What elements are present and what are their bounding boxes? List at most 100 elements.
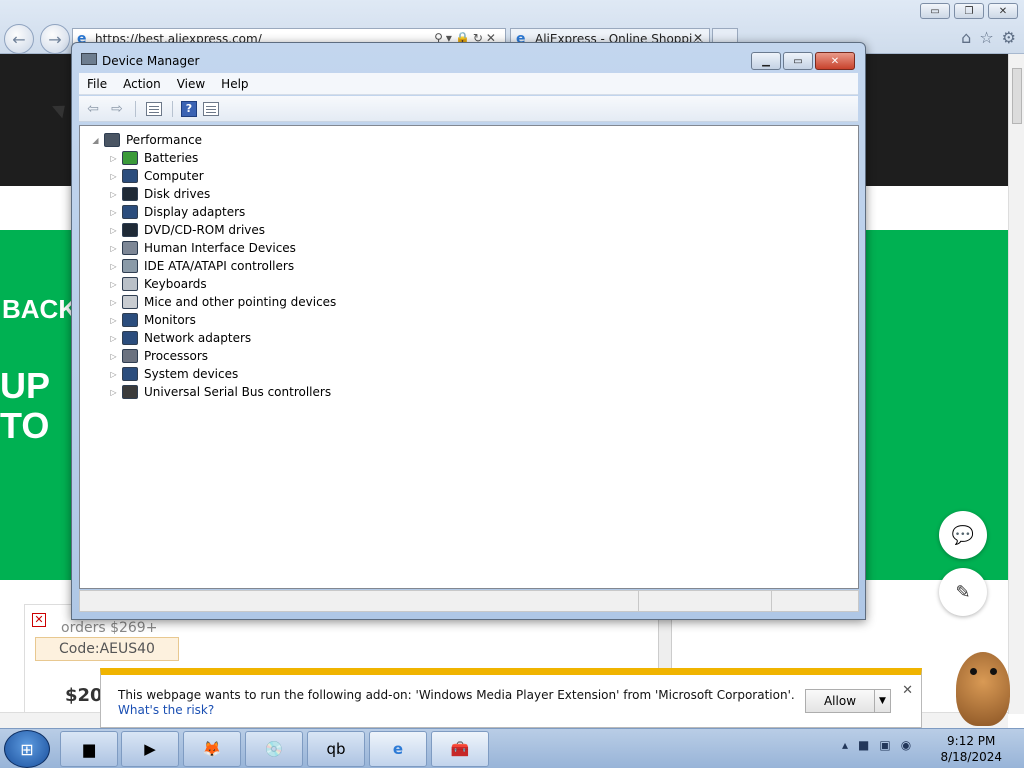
clock[interactable]: 9:12 PM 8/18/2024 bbox=[940, 733, 1002, 765]
home-icon[interactable]: ⌂ bbox=[961, 28, 971, 47]
menu-action[interactable]: Action bbox=[115, 77, 169, 91]
device-manager-window: Device Manager ▁ ▭ ✕ File Action View He… bbox=[71, 42, 866, 620]
expand-icon[interactable]: ▷ bbox=[108, 190, 119, 199]
forward-arrow-icon: → bbox=[48, 29, 62, 49]
whats-the-risk-link[interactable]: What's the risk? bbox=[118, 703, 214, 717]
forward-button[interactable]: → bbox=[40, 24, 70, 54]
notification-message: This webpage wants to run the following … bbox=[118, 688, 795, 702]
expand-icon[interactable]: ▷ bbox=[108, 208, 119, 217]
clock-time: 9:12 PM bbox=[947, 734, 996, 748]
favorites-icon[interactable]: ☆ bbox=[979, 28, 993, 47]
back-button[interactable]: ← bbox=[4, 24, 34, 54]
expand-icon[interactable]: ▷ bbox=[108, 370, 119, 379]
expand-icon[interactable]: ▷ bbox=[108, 262, 119, 271]
tree-item[interactable]: ▷ System devices bbox=[108, 365, 336, 383]
scroll-thumb[interactable] bbox=[1012, 68, 1022, 124]
banner-text: BACK bbox=[2, 294, 78, 324]
title-bar[interactable]: Device Manager ▁ ▭ ✕ bbox=[72, 43, 865, 73]
taskbar-app[interactable]: qb bbox=[307, 731, 365, 767]
menu-help[interactable]: Help bbox=[213, 77, 256, 91]
taskbar-app[interactable]: e bbox=[369, 731, 427, 767]
menu-file[interactable]: File bbox=[79, 77, 115, 91]
volume-icon[interactable]: ◉ bbox=[901, 738, 911, 752]
tree-item[interactable]: ▷ DVD/CD-ROM drives bbox=[108, 221, 336, 239]
coupon-orders: orders $269+ bbox=[61, 620, 158, 636]
close-button[interactable]: ✕ bbox=[815, 52, 855, 70]
expand-icon[interactable]: ▷ bbox=[108, 226, 119, 235]
taskbar-app[interactable]: ▶ bbox=[121, 731, 179, 767]
expand-icon[interactable]: ▷ bbox=[108, 334, 119, 343]
allow-label: Allow bbox=[823, 694, 857, 708]
tray-app-icon[interactable]: ■ bbox=[858, 738, 869, 752]
chevron-down-icon[interactable]: ▼ bbox=[874, 690, 890, 712]
toolbar: ⇦ ⇨ ? bbox=[79, 96, 858, 122]
tree-item-label: Network adapters bbox=[144, 331, 252, 345]
coupon-price: $20 bbox=[65, 685, 103, 706]
tree-item[interactable]: ▷ Processors bbox=[108, 347, 336, 365]
network-icon[interactable]: ▣ bbox=[879, 738, 890, 752]
properties-icon[interactable] bbox=[201, 100, 221, 118]
device-category-icon bbox=[122, 277, 138, 291]
tree-item-label: Disk drives bbox=[144, 187, 211, 201]
tree-root-node[interactable]: ◢ Performance bbox=[90, 131, 202, 149]
tree-item[interactable]: ▷ Mice and other pointing devices bbox=[108, 293, 336, 311]
help-icon[interactable]: ? bbox=[181, 100, 197, 117]
device-category-icon bbox=[122, 151, 138, 165]
taskbar-app[interactable]: 🦊 bbox=[183, 731, 241, 767]
tree-item[interactable]: ▷ Monitors bbox=[108, 311, 336, 329]
taskbar-app[interactable]: 💿 bbox=[245, 731, 303, 767]
chat-button[interactable]: 💬 bbox=[939, 511, 987, 559]
firefox-icon: 🦊 bbox=[202, 740, 222, 758]
start-button[interactable]: ⊞ bbox=[4, 730, 50, 768]
expand-icon[interactable]: ▷ bbox=[108, 280, 119, 289]
banner-line1: UP bbox=[0, 365, 51, 406]
tree-item-label: System devices bbox=[144, 367, 239, 381]
expand-icon[interactable]: ▷ bbox=[108, 352, 119, 361]
expand-icon[interactable]: ▷ bbox=[108, 298, 119, 307]
tree-item[interactable]: ▷ Display adapters bbox=[108, 203, 336, 221]
coupon-code[interactable]: Code:AEUS40 bbox=[35, 637, 179, 661]
tree-item[interactable]: ▷ Keyboards bbox=[108, 275, 336, 293]
edit-button[interactable]: ✎ bbox=[939, 568, 987, 616]
minimize-button[interactable]: ▁ bbox=[751, 52, 781, 70]
clock-date: 8/18/2024 bbox=[940, 750, 1002, 764]
tree-item[interactable]: ▷ Batteries bbox=[108, 149, 336, 167]
vertical-scrollbar[interactable] bbox=[1008, 54, 1024, 714]
back-arrow-icon[interactable]: ⇦ bbox=[83, 100, 103, 118]
tree-item-label: Human Interface Devices bbox=[144, 241, 296, 255]
hamster-mascot[interactable] bbox=[944, 644, 1016, 728]
taskbar-app[interactable]: 🧰 bbox=[431, 731, 489, 767]
tree-item[interactable]: ▷ Universal Serial Bus controllers bbox=[108, 383, 336, 401]
show-hide-console-tree-icon[interactable] bbox=[144, 100, 164, 118]
settings-icon[interactable]: ⚙ bbox=[1002, 28, 1016, 47]
expand-icon[interactable]: ▷ bbox=[108, 172, 119, 181]
forward-arrow-icon[interactable]: ⇨ bbox=[107, 100, 127, 118]
minimize-button[interactable]: ▭ bbox=[920, 3, 950, 19]
banner-headline: UP TO bbox=[0, 366, 50, 446]
device-manager-icon bbox=[81, 53, 97, 65]
tree-item[interactable]: ▷ Computer bbox=[108, 167, 336, 185]
tree-item[interactable]: ▷ Disk drives bbox=[108, 185, 336, 203]
allow-button[interactable]: Allow ▼ bbox=[805, 689, 891, 713]
device-category-icon bbox=[122, 295, 138, 309]
close-icon[interactable]: ✕ bbox=[902, 683, 913, 698]
maximize-button[interactable]: ❐ bbox=[954, 3, 984, 19]
menu-view[interactable]: View bbox=[169, 77, 213, 91]
device-category-icon bbox=[122, 223, 138, 237]
window-title: Device Manager bbox=[102, 54, 200, 68]
show-hidden-icons-icon[interactable]: ▴ bbox=[842, 738, 848, 752]
tree-item-label: Display adapters bbox=[144, 205, 246, 219]
close-button[interactable]: ✕ bbox=[988, 3, 1018, 19]
expand-icon[interactable]: ▷ bbox=[108, 388, 119, 397]
collapse-icon[interactable]: ◢ bbox=[90, 136, 101, 145]
tree-item[interactable]: ▷ Human Interface Devices bbox=[108, 239, 336, 257]
broken-image-icon: ✕ bbox=[32, 613, 46, 627]
taskbar-app[interactable]: ▆ bbox=[60, 731, 118, 767]
tree-item[interactable]: ▷ IDE ATA/ATAPI controllers bbox=[108, 257, 336, 275]
tree-item[interactable]: ▷ Network adapters bbox=[108, 329, 336, 347]
expand-icon[interactable]: ▷ bbox=[108, 154, 119, 163]
expand-icon[interactable]: ▷ bbox=[108, 316, 119, 325]
maximize-button[interactable]: ▭ bbox=[783, 52, 813, 70]
expand-icon[interactable]: ▷ bbox=[108, 244, 119, 253]
tree-item-label: Keyboards bbox=[144, 277, 207, 291]
